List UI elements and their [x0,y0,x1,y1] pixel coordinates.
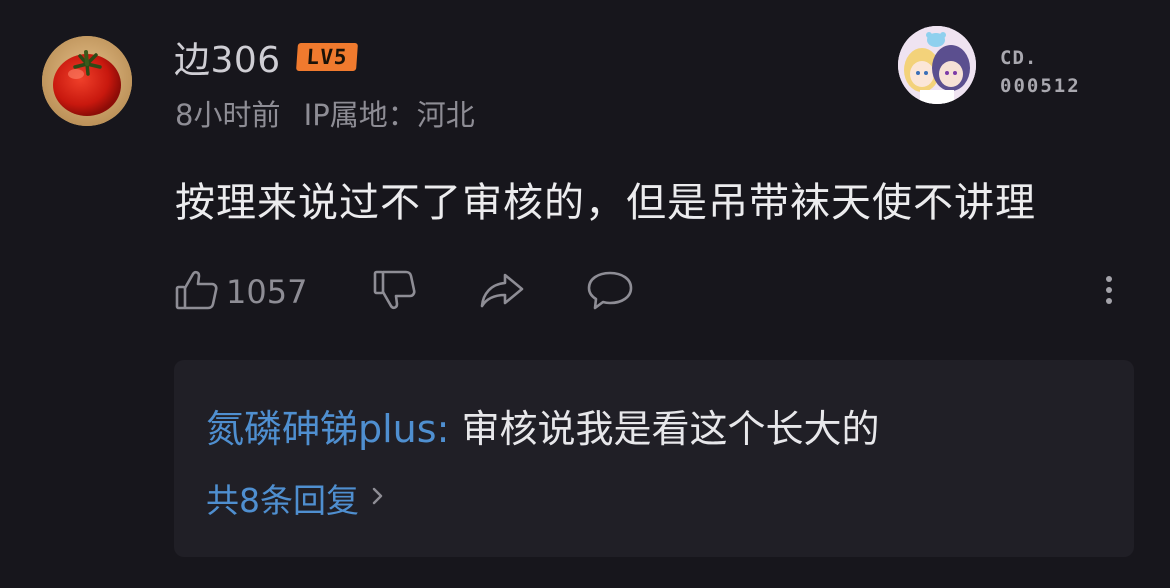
comment-meta: 8小时前 IP属地：河北 [175,92,489,134]
like-count: 1057 [226,273,308,311]
comment-action-bar: 1057 [0,262,1170,322]
reply-preview-box[interactable]: 氮磷砷锑plus: 审核说我是看这个长大的 共8条回复 [174,360,1134,557]
more-options-button[interactable] [1095,268,1123,316]
reply-count-label: 共8条回复 [206,481,359,520]
chevron-right-icon [369,479,387,518]
more-vertical-icon [1095,267,1123,317]
tomato-avatar-image [42,36,132,126]
thumbs-up-icon [174,267,220,317]
like-button[interactable]: 1057 [174,268,307,316]
reply-preview-line: 氮磷砷锑plus: 审核说我是看这个长大的 [206,398,879,453]
username-row: 边306 LV5 [174,31,358,83]
comment-text: 按理来说过不了审核的，但是吊带袜天使不讲理 [175,180,1036,226]
view-replies-link[interactable]: 共8条回复 [206,474,387,522]
anime-characters-image [898,26,976,104]
thumbs-down-icon [372,267,418,317]
user-avatar[interactable] [42,36,132,126]
comment-icon [585,267,635,317]
reply-separator: : [436,407,450,451]
username[interactable]: 边306 [174,31,281,83]
reply-author[interactable]: 氮磷砷锑plus [206,407,437,451]
share-icon [478,267,526,317]
decoration-id-number: 000512 [1000,75,1081,97]
reply-button[interactable] [585,268,635,316]
decoration-card-avatar[interactable] [898,26,976,104]
decoration-id-prefix: CD. [1000,47,1038,69]
share-button[interactable] [478,268,526,316]
reply-text: 审核说我是看这个长大的 [461,407,880,451]
comment-time: 8小时前 [175,98,281,132]
ip-location: IP属地：河北 [303,98,475,132]
level-badge: LV5 [295,43,358,71]
decoration-id: CD. 000512 [1000,44,1081,100]
dislike-button[interactable] [372,268,418,316]
